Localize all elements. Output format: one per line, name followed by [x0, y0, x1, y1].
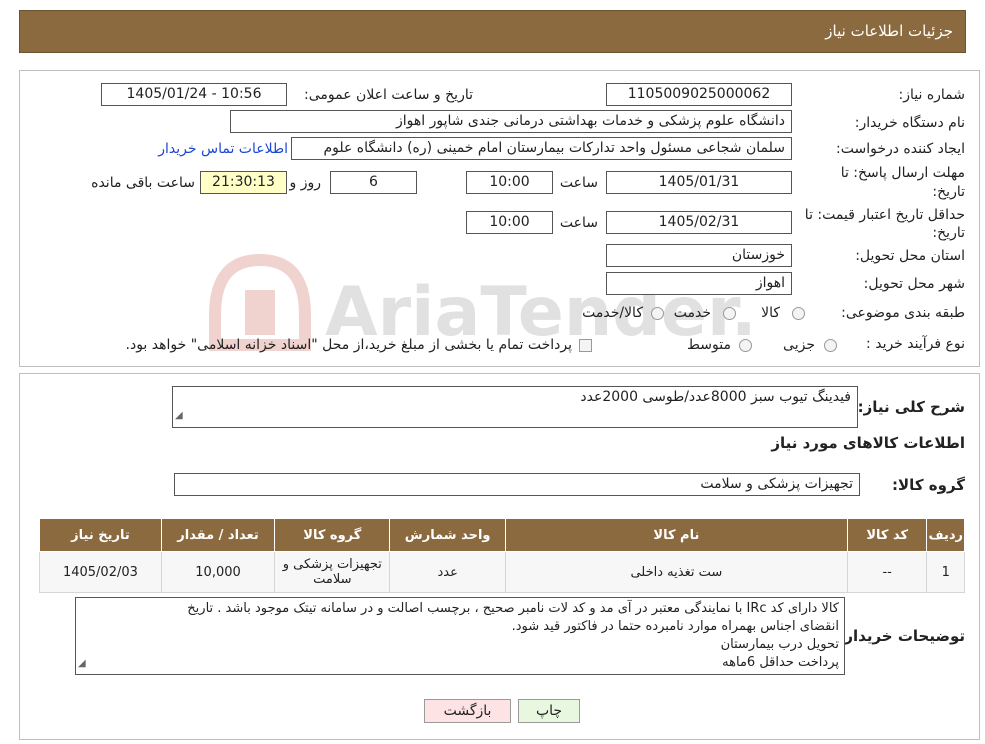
cell-date: 1405/02/03 [39, 551, 162, 593]
city-label: شهر محل تحویل: [863, 276, 965, 292]
cell-unit: عدد [389, 551, 506, 593]
col-group: گروه کالا [274, 518, 391, 552]
print-button[interactable]: چاپ [518, 699, 580, 723]
category-option-goods-service: کالا/خدمت [582, 305, 643, 321]
buyer-notes-field: کالا دارای کد IRc با نمایندگی معتبر در آ… [75, 597, 845, 675]
goods-table-header: ردیف کد کالا نام کالا واحد شمارش گروه کا… [39, 518, 965, 552]
remaining-time-field: 21:30:13 [200, 171, 287, 194]
page-header: جزئیات اطلاعات نیاز [19, 10, 966, 53]
announce-label: تاریخ و ساعت اعلان عمومی: [304, 87, 473, 103]
cell-row: 1 [926, 551, 965, 593]
category-radio-goods[interactable] [792, 307, 805, 320]
deadline-time-label: ساعت [559, 175, 598, 191]
category-radio-goods-service[interactable] [651, 307, 664, 320]
buyer-org-label: نام دستگاه خریدار: [854, 115, 965, 131]
buyer-notes-line-4: پرداخت حداقل 6ماهه [722, 655, 839, 670]
col-date: تاریخ نیاز [39, 518, 162, 552]
buyer-org-field: دانشگاه علوم پزشکی و خدمات بهداشتی درمان… [230, 110, 792, 133]
goods-group-field: تجهیزات پزشکی و سلامت [174, 473, 860, 496]
cell-name: ست تغذیه داخلی [504, 551, 848, 593]
buyer-notes-line-3: تحویل درب بیمارستان [720, 637, 839, 652]
col-code: کد کالا [846, 518, 928, 552]
days-label: روز و [289, 175, 322, 191]
goods-group-label: گروه کالا: [892, 476, 965, 494]
category-label: طبقه بندی موضوعی: [841, 305, 965, 321]
cell-code: -- [846, 551, 928, 593]
process-option-minor: جزیی [783, 337, 815, 353]
goods-section-title: اطلاعات کالاهای مورد نیاز [771, 434, 965, 452]
category-option-service: خدمت [673, 305, 711, 321]
requester-label: ایجاد کننده درخواست: [836, 141, 965, 157]
process-label: نوع فرآیند خرید : [866, 336, 965, 352]
deadline-date-field: 1405/01/31 [606, 171, 792, 194]
col-name: نام کالا [504, 518, 848, 552]
province-label: استان محل تحویل: [855, 248, 965, 264]
announce-field: 1405/01/24 - 10:56 [101, 83, 287, 106]
buyer-contact-link[interactable]: اطلاعات تماس خریدار [158, 141, 288, 157]
page-title: جزئیات اطلاعات نیاز [825, 22, 953, 40]
category-option-goods: کالا [761, 305, 780, 321]
col-qty: تعداد / مقدار [160, 518, 276, 552]
deadline-time-field: 10:00 [466, 171, 553, 194]
process-radio-minor[interactable] [824, 339, 837, 352]
requester-field: سلمان شجاعی مسئول واحد تدارکات بیمارستان… [291, 137, 792, 160]
buyer-notes-line-2: انقضای اجناس بهمراه موارد نامبرده حتما د… [511, 619, 839, 634]
buyer-notes-label: توضیحات خریدار: [838, 627, 965, 645]
summary-field: فیدینگ تیوب سبز 8000عدد/طوسی 2000عدد ◢ [172, 386, 858, 428]
need-number-label: شماره نیاز: [898, 87, 966, 103]
back-button[interactable]: بازگشت [424, 699, 511, 723]
process-option-medium: متوسط [687, 337, 731, 353]
col-unit: واحد شمارش [389, 518, 506, 552]
deadline-label-date: تاریخ: [932, 184, 965, 200]
remaining-time-label: ساعت باقی مانده [91, 175, 195, 191]
city-field: اهواز [606, 272, 792, 295]
need-number-field: 1105009025000062 [606, 83, 792, 106]
resize-grip-icon[interactable]: ◢ [78, 655, 86, 673]
process-checkbox-treasury[interactable] [579, 339, 592, 352]
summary-text: فیدینگ تیوب سبز 8000عدد/طوسی 2000عدد [580, 389, 851, 405]
cell-qty: 10,000 [160, 551, 276, 593]
resize-grip-icon[interactable]: ◢ [175, 406, 183, 426]
validity-date-field: 1405/02/31 [606, 211, 792, 234]
validity-time-label: ساعت [559, 215, 598, 231]
goods-table: ردیف کد کالا نام کالا واحد شمارش گروه کا… [39, 518, 965, 593]
validity-label: حداقل تاریخ اعتبار قیمت: تا [804, 207, 965, 223]
col-row: ردیف [926, 518, 965, 552]
summary-label: شرح کلی نیاز: [857, 398, 965, 416]
validity-label-date: تاریخ: [932, 225, 965, 241]
cell-group: تجهیزات پزشکی و سلامت [274, 551, 391, 593]
buyer-notes-line-1: کالا دارای کد IRc با نمایندگی معتبر در آ… [187, 601, 839, 616]
process-note: پرداخت تمام یا بخشی از مبلغ خرید،از محل … [125, 337, 572, 353]
category-radio-service[interactable] [723, 307, 736, 320]
province-field: خوزستان [606, 244, 792, 267]
validity-time-field: 10:00 [466, 211, 553, 234]
deadline-label: مهلت ارسال پاسخ: تا [840, 165, 965, 181]
process-radio-medium[interactable] [739, 339, 752, 352]
table-row: 1 -- ست تغذیه داخلی عدد تجهیزات پزشکی و … [39, 551, 965, 593]
days-remaining-field: 6 [330, 171, 417, 194]
